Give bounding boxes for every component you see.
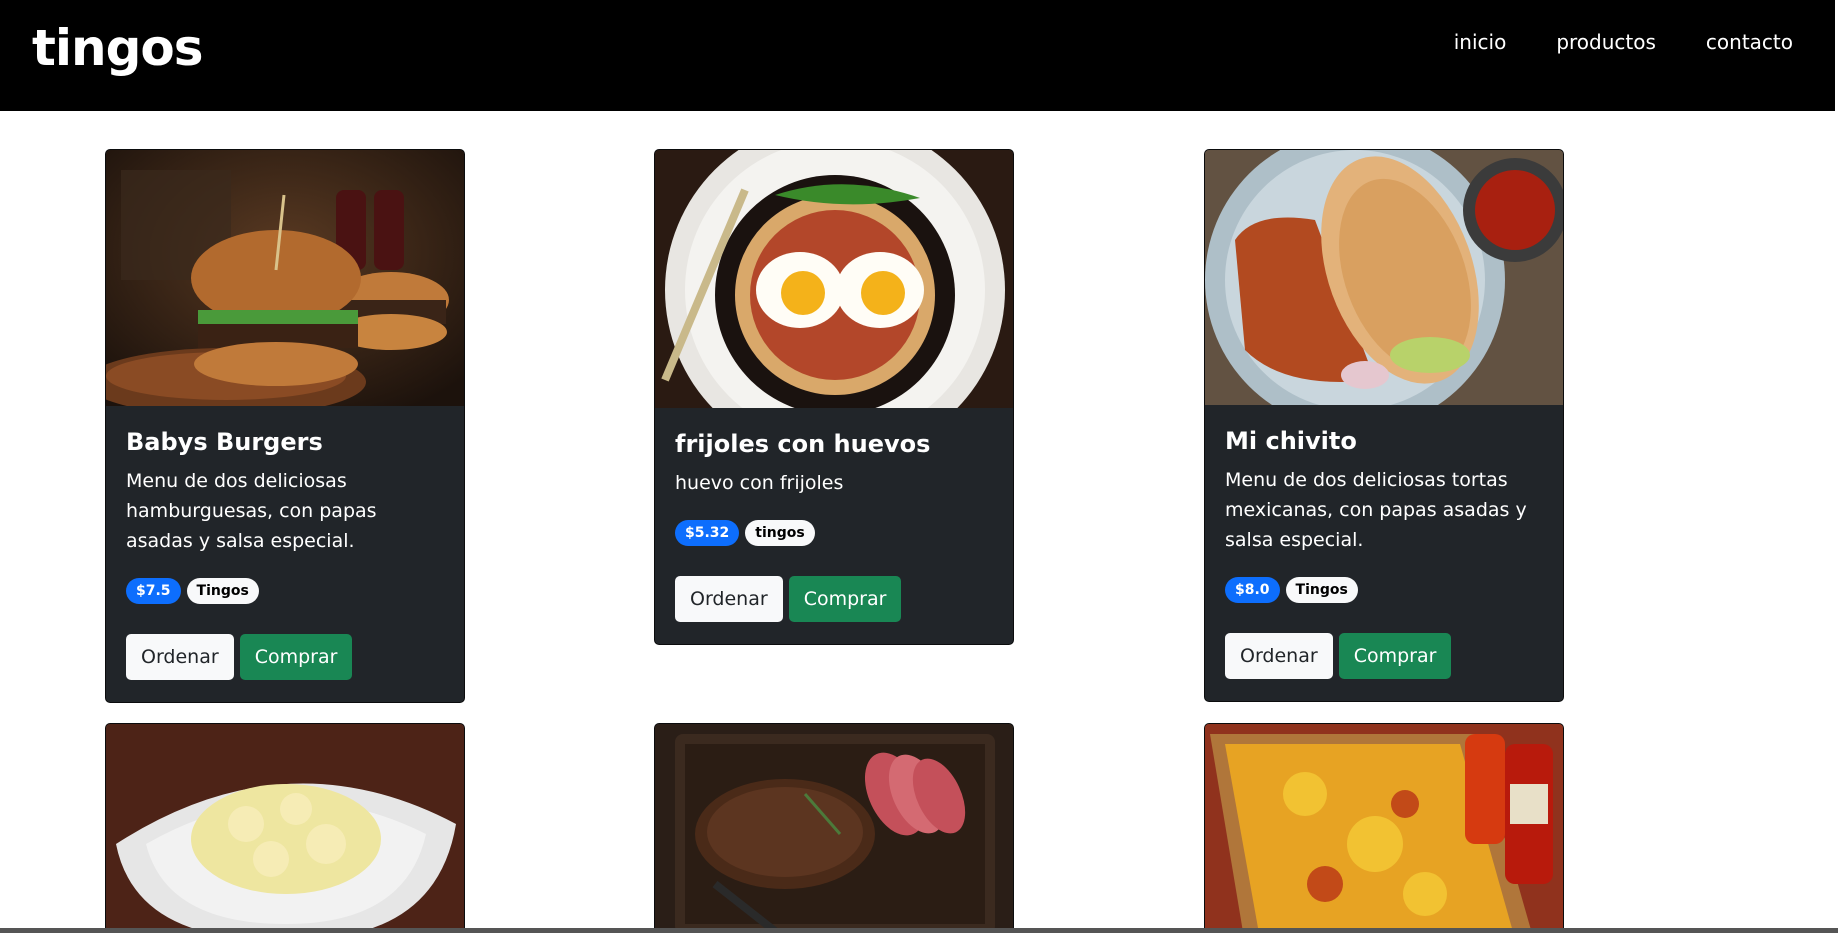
card-title: frijoles con huevos <box>675 430 931 458</box>
product-image-potato-salad <box>106 724 464 933</box>
product-image-burger <box>106 150 464 406</box>
product-card: frijoles con huevos huevo con frijoles $… <box>654 149 1014 645</box>
card-title: Babys Burgers <box>126 428 323 456</box>
product-image-loaded-fries <box>1205 724 1563 933</box>
price-badge: $5.32 <box>675 520 740 546</box>
order-button[interactable]: Ordenar <box>1225 633 1333 679</box>
nav-link-contacto[interactable]: contacto <box>1706 28 1793 56</box>
navbar: tingos inicio productos contacto <box>0 0 1835 111</box>
product-image-steak <box>655 724 1013 933</box>
nav-link-productos[interactable]: productos <box>1556 28 1656 56</box>
order-button[interactable]: Ordenar <box>675 576 783 622</box>
horizontal-scrollbar[interactable] <box>0 928 1838 933</box>
price-badge: $7.5 <box>126 578 181 604</box>
brand-logo[interactable]: tingos <box>32 16 204 80</box>
product-card <box>1204 723 1564 933</box>
card-body: Mi chivito Menu de dos deliciosas tortas… <box>1205 405 1563 699</box>
buy-button[interactable]: Comprar <box>239 634 353 680</box>
card-body: Babys Burgers Menu de dos deliciosas ham… <box>106 406 464 700</box>
product-image-torta <box>1205 150 1563 405</box>
buy-button[interactable]: Comprar <box>788 576 902 622</box>
card-text: Menu de dos deliciosas hamburguesas, con… <box>126 470 377 552</box>
nav-links: inicio productos contacto <box>1454 28 1793 56</box>
card-badges: $7.5 Tingos <box>126 578 444 604</box>
card-text: huevo con frijoles <box>675 472 844 494</box>
price-badge: $8.0 <box>1225 577 1280 603</box>
card-title: Mi chivito <box>1225 427 1357 455</box>
store-badge: tingos <box>745 520 815 546</box>
product-card: Babys Burgers Menu de dos deliciosas ham… <box>105 149 465 703</box>
order-button[interactable]: Ordenar <box>126 634 234 680</box>
product-card <box>654 723 1014 933</box>
product-card <box>105 723 465 933</box>
nav-link-inicio[interactable]: inicio <box>1454 28 1507 56</box>
card-text: Menu de dos deliciosas tortas mexicanas,… <box>1225 469 1527 551</box>
card-actions: Ordenar Comprar <box>126 634 444 680</box>
buy-button[interactable]: Comprar <box>1338 633 1452 679</box>
product-card: Mi chivito Menu de dos deliciosas tortas… <box>1204 149 1564 702</box>
card-body: frijoles con huevos huevo con frijoles $… <box>655 408 1013 642</box>
store-badge: Tingos <box>186 578 259 604</box>
card-actions: Ordenar Comprar <box>675 576 993 622</box>
product-image-eggs <box>655 150 1013 408</box>
card-badges: $5.32 tingos <box>675 520 993 546</box>
card-actions: Ordenar Comprar <box>1225 633 1543 679</box>
store-badge: Tingos <box>1285 577 1358 603</box>
card-badges: $8.0 Tingos <box>1225 577 1543 603</box>
